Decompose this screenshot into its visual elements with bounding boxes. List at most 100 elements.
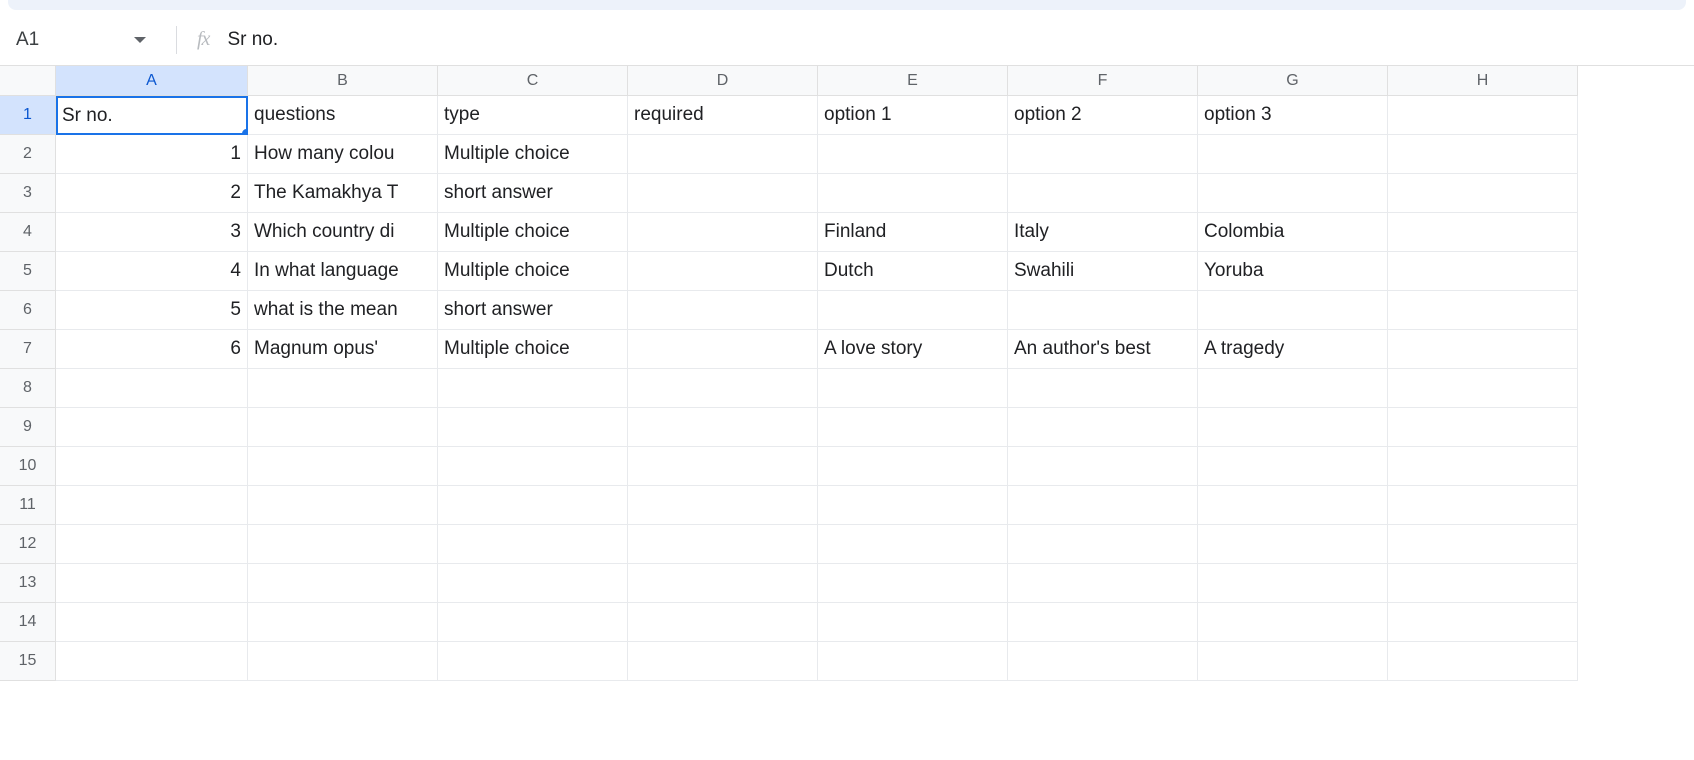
row-header-3[interactable]: 3	[0, 174, 56, 213]
cell-F5[interactable]: Swahili	[1008, 252, 1198, 291]
cell-A11[interactable]	[56, 486, 248, 525]
cell-G3[interactable]	[1198, 174, 1388, 213]
cell-H4[interactable]	[1388, 213, 1578, 252]
row-header-6[interactable]: 6	[0, 291, 56, 330]
row-header-13[interactable]: 13	[0, 564, 56, 603]
cell-G15[interactable]	[1198, 642, 1388, 681]
cell-B13[interactable]	[248, 564, 438, 603]
cell-D10[interactable]	[628, 447, 818, 486]
cell-H5[interactable]	[1388, 252, 1578, 291]
row-header-8[interactable]: 8	[0, 369, 56, 408]
cell-B10[interactable]	[248, 447, 438, 486]
column-header-H[interactable]: H	[1388, 66, 1578, 96]
cell-E12[interactable]	[818, 525, 1008, 564]
cell-C7[interactable]: Multiple choice	[438, 330, 628, 369]
cell-H15[interactable]	[1388, 642, 1578, 681]
cell-A6[interactable]: 5	[56, 291, 248, 330]
cell-C6[interactable]: short answer	[438, 291, 628, 330]
column-header-F[interactable]: F	[1008, 66, 1198, 96]
cell-B12[interactable]	[248, 525, 438, 564]
cell-C14[interactable]	[438, 603, 628, 642]
cell-G10[interactable]	[1198, 447, 1388, 486]
cell-F1[interactable]: option 2	[1008, 96, 1198, 135]
cell-F7[interactable]: An author's best	[1008, 330, 1198, 369]
cell-D11[interactable]	[628, 486, 818, 525]
row-header-12[interactable]: 12	[0, 525, 56, 564]
name-box[interactable]: A1	[6, 22, 156, 58]
chevron-down-icon[interactable]	[134, 37, 146, 43]
cell-H13[interactable]	[1388, 564, 1578, 603]
cell-H1[interactable]	[1388, 96, 1578, 135]
cell-C12[interactable]	[438, 525, 628, 564]
cell-E6[interactable]	[818, 291, 1008, 330]
row-header-7[interactable]: 7	[0, 330, 56, 369]
row-header-5[interactable]: 5	[0, 252, 56, 291]
cell-H7[interactable]	[1388, 330, 1578, 369]
select-all-corner[interactable]	[0, 66, 56, 96]
cell-E15[interactable]	[818, 642, 1008, 681]
cell-H12[interactable]	[1388, 525, 1578, 564]
cell-F3[interactable]	[1008, 174, 1198, 213]
row-header-14[interactable]: 14	[0, 603, 56, 642]
cell-H10[interactable]	[1388, 447, 1578, 486]
cell-E7[interactable]: A love story	[818, 330, 1008, 369]
cell-C2[interactable]: Multiple choice	[438, 135, 628, 174]
cell-A5[interactable]: 4	[56, 252, 248, 291]
cell-B14[interactable]	[248, 603, 438, 642]
cell-G12[interactable]	[1198, 525, 1388, 564]
cell-C8[interactable]	[438, 369, 628, 408]
cell-F9[interactable]	[1008, 408, 1198, 447]
cell-G8[interactable]	[1198, 369, 1388, 408]
cell-F10[interactable]	[1008, 447, 1198, 486]
cell-E9[interactable]	[818, 408, 1008, 447]
row-header-4[interactable]: 4	[0, 213, 56, 252]
cell-H6[interactable]	[1388, 291, 1578, 330]
cell-E3[interactable]	[818, 174, 1008, 213]
row-header-1[interactable]: 1	[0, 96, 56, 135]
cell-A9[interactable]	[56, 408, 248, 447]
cell-C13[interactable]	[438, 564, 628, 603]
column-header-A[interactable]: A	[56, 66, 248, 96]
cell-F12[interactable]	[1008, 525, 1198, 564]
cell-G6[interactable]	[1198, 291, 1388, 330]
cell-E13[interactable]	[818, 564, 1008, 603]
cell-D5[interactable]	[628, 252, 818, 291]
cell-D6[interactable]	[628, 291, 818, 330]
cell-H2[interactable]	[1388, 135, 1578, 174]
cell-G4[interactable]: Colombia	[1198, 213, 1388, 252]
cell-F11[interactable]	[1008, 486, 1198, 525]
cell-A7[interactable]: 6	[56, 330, 248, 369]
column-header-G[interactable]: G	[1198, 66, 1388, 96]
cell-E2[interactable]	[818, 135, 1008, 174]
cell-F2[interactable]	[1008, 135, 1198, 174]
cell-B11[interactable]	[248, 486, 438, 525]
column-header-C[interactable]: C	[438, 66, 628, 96]
cell-A15[interactable]	[56, 642, 248, 681]
cell-F4[interactable]: Italy	[1008, 213, 1198, 252]
cell-A13[interactable]	[56, 564, 248, 603]
cell-C1[interactable]: type	[438, 96, 628, 135]
cell-F6[interactable]	[1008, 291, 1198, 330]
cell-C11[interactable]	[438, 486, 628, 525]
cell-C9[interactable]	[438, 408, 628, 447]
cell-E4[interactable]: Finland	[818, 213, 1008, 252]
cell-B2[interactable]: How many colou	[248, 135, 438, 174]
cell-E10[interactable]	[818, 447, 1008, 486]
cell-G5[interactable]: Yoruba	[1198, 252, 1388, 291]
cell-G14[interactable]	[1198, 603, 1388, 642]
cell-E14[interactable]	[818, 603, 1008, 642]
cell-A14[interactable]	[56, 603, 248, 642]
cell-B5[interactable]: In what language	[248, 252, 438, 291]
cell-B6[interactable]: what is the mean	[248, 291, 438, 330]
cell-C3[interactable]: short answer	[438, 174, 628, 213]
cell-A3[interactable]: 2	[56, 174, 248, 213]
column-header-B[interactable]: B	[248, 66, 438, 96]
row-header-2[interactable]: 2	[0, 135, 56, 174]
cell-H14[interactable]	[1388, 603, 1578, 642]
cell-D14[interactable]	[628, 603, 818, 642]
cell-D1[interactable]: required	[628, 96, 818, 135]
cell-F14[interactable]	[1008, 603, 1198, 642]
cell-D12[interactable]	[628, 525, 818, 564]
cell-E11[interactable]	[818, 486, 1008, 525]
cell-D9[interactable]	[628, 408, 818, 447]
